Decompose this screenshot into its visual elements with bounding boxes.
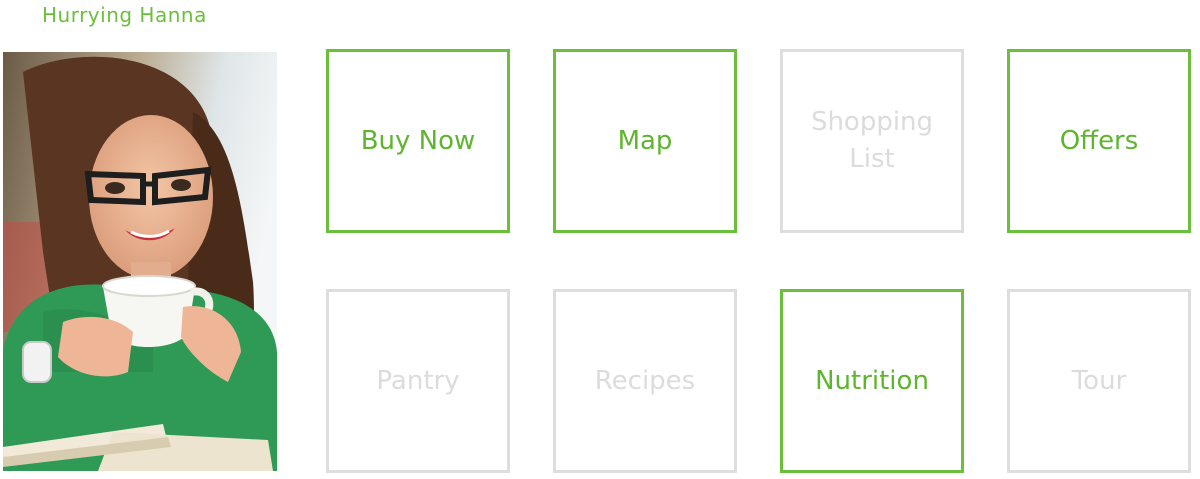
tile-label: Shopping List <box>810 107 934 174</box>
persona-photo <box>3 52 277 471</box>
tile-nutrition[interactable]: Nutrition <box>780 289 964 473</box>
tile-label: Map <box>617 125 673 156</box>
tile-shopping-list[interactable]: Shopping List <box>780 49 964 233</box>
tile-label: Buy Now <box>360 125 476 156</box>
tile-pantry[interactable]: Pantry <box>326 289 510 473</box>
persona-name: Hurrying Hanna <box>42 3 207 27</box>
tile-label: Nutrition <box>815 365 929 396</box>
tile-map[interactable]: Map <box>553 49 737 233</box>
tile-buy-now[interactable]: Buy Now <box>326 49 510 233</box>
tile-label: Offers <box>1059 125 1139 156</box>
tile-label: Tour <box>1071 365 1127 396</box>
tile-offers[interactable]: Offers <box>1007 49 1191 233</box>
tile-tour[interactable]: Tour <box>1007 289 1191 473</box>
tile-label: Pantry <box>376 365 460 396</box>
tile-label: Recipes <box>594 365 696 396</box>
tile-recipes[interactable]: Recipes <box>553 289 737 473</box>
